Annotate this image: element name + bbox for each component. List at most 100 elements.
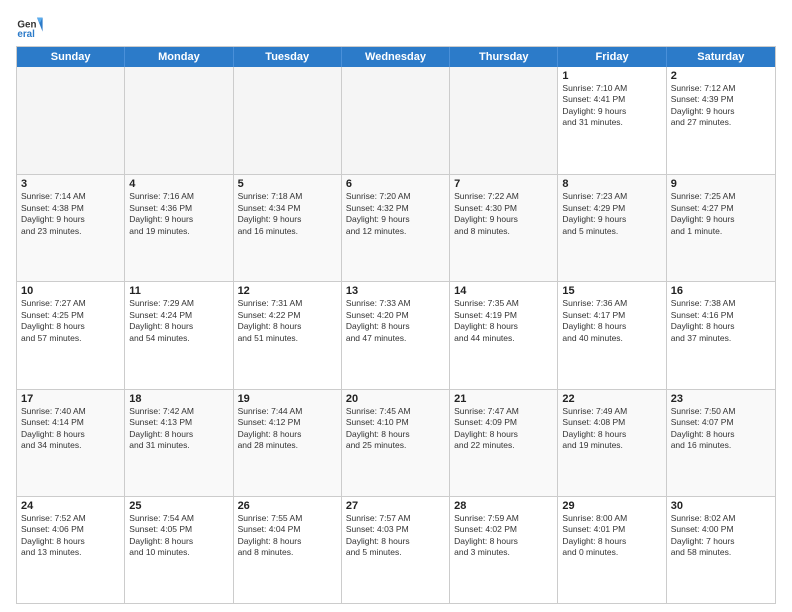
empty-cell — [17, 67, 125, 174]
day-info: Sunrise: 7:59 AMSunset: 4:02 PMDaylight:… — [454, 513, 553, 559]
day-info: Sunrise: 7:33 AMSunset: 4:20 PMDaylight:… — [346, 298, 445, 344]
day-number: 23 — [671, 393, 771, 405]
day-info: Sunrise: 7:35 AMSunset: 4:19 PMDaylight:… — [454, 298, 553, 344]
day-number: 16 — [671, 285, 771, 297]
day-cell-10: 10Sunrise: 7:27 AMSunset: 4:25 PMDayligh… — [17, 282, 125, 388]
day-cell-5: 5Sunrise: 7:18 AMSunset: 4:34 PMDaylight… — [234, 175, 342, 281]
day-cell-26: 26Sunrise: 7:55 AMSunset: 4:04 PMDayligh… — [234, 497, 342, 603]
day-number: 25 — [129, 500, 228, 512]
day-cell-2: 2Sunrise: 7:12 AMSunset: 4:39 PMDaylight… — [667, 67, 775, 174]
calendar-row-3: 10Sunrise: 7:27 AMSunset: 4:25 PMDayligh… — [17, 281, 775, 388]
calendar-row-2: 3Sunrise: 7:14 AMSunset: 4:38 PMDaylight… — [17, 174, 775, 281]
day-info: Sunrise: 7:29 AMSunset: 4:24 PMDaylight:… — [129, 298, 228, 344]
header-day-sunday: Sunday — [17, 47, 125, 67]
day-cell-14: 14Sunrise: 7:35 AMSunset: 4:19 PMDayligh… — [450, 282, 558, 388]
day-number: 12 — [238, 285, 337, 297]
day-number: 28 — [454, 500, 553, 512]
day-number: 7 — [454, 178, 553, 190]
day-cell-15: 15Sunrise: 7:36 AMSunset: 4:17 PMDayligh… — [558, 282, 666, 388]
day-cell-4: 4Sunrise: 7:16 AMSunset: 4:36 PMDaylight… — [125, 175, 233, 281]
day-number: 6 — [346, 178, 445, 190]
day-cell-27: 27Sunrise: 7:57 AMSunset: 4:03 PMDayligh… — [342, 497, 450, 603]
day-info: Sunrise: 7:22 AMSunset: 4:30 PMDaylight:… — [454, 191, 553, 237]
header-day-saturday: Saturday — [667, 47, 775, 67]
calendar-row-5: 24Sunrise: 7:52 AMSunset: 4:06 PMDayligh… — [17, 496, 775, 603]
day-number: 13 — [346, 285, 445, 297]
day-number: 18 — [129, 393, 228, 405]
empty-cell — [125, 67, 233, 174]
calendar-page: Gen eral SundayMondayTuesdayWednesdayThu… — [0, 0, 792, 612]
day-info: Sunrise: 7:44 AMSunset: 4:12 PMDaylight:… — [238, 406, 337, 452]
calendar-body: 1Sunrise: 7:10 AMSunset: 4:41 PMDaylight… — [17, 67, 775, 603]
empty-cell — [450, 67, 558, 174]
day-cell-24: 24Sunrise: 7:52 AMSunset: 4:06 PMDayligh… — [17, 497, 125, 603]
day-info: Sunrise: 7:42 AMSunset: 4:13 PMDaylight:… — [129, 406, 228, 452]
day-info: Sunrise: 7:14 AMSunset: 4:38 PMDaylight:… — [21, 191, 120, 237]
logo: Gen eral — [16, 12, 48, 40]
day-number: 29 — [562, 500, 661, 512]
day-cell-11: 11Sunrise: 7:29 AMSunset: 4:24 PMDayligh… — [125, 282, 233, 388]
day-cell-30: 30Sunrise: 8:02 AMSunset: 4:00 PMDayligh… — [667, 497, 775, 603]
calendar-row-1: 1Sunrise: 7:10 AMSunset: 4:41 PMDaylight… — [17, 67, 775, 174]
empty-cell — [234, 67, 342, 174]
day-info: Sunrise: 7:50 AMSunset: 4:07 PMDaylight:… — [671, 406, 771, 452]
day-cell-29: 29Sunrise: 8:00 AMSunset: 4:01 PMDayligh… — [558, 497, 666, 603]
day-number: 3 — [21, 178, 120, 190]
day-number: 4 — [129, 178, 228, 190]
empty-cell — [342, 67, 450, 174]
day-info: Sunrise: 8:00 AMSunset: 4:01 PMDaylight:… — [562, 513, 661, 559]
day-number: 11 — [129, 285, 228, 297]
day-cell-22: 22Sunrise: 7:49 AMSunset: 4:08 PMDayligh… — [558, 390, 666, 496]
day-info: Sunrise: 7:18 AMSunset: 4:34 PMDaylight:… — [238, 191, 337, 237]
day-cell-12: 12Sunrise: 7:31 AMSunset: 4:22 PMDayligh… — [234, 282, 342, 388]
day-cell-20: 20Sunrise: 7:45 AMSunset: 4:10 PMDayligh… — [342, 390, 450, 496]
day-cell-28: 28Sunrise: 7:59 AMSunset: 4:02 PMDayligh… — [450, 497, 558, 603]
day-info: Sunrise: 7:36 AMSunset: 4:17 PMDaylight:… — [562, 298, 661, 344]
day-info: Sunrise: 7:55 AMSunset: 4:04 PMDaylight:… — [238, 513, 337, 559]
day-info: Sunrise: 7:25 AMSunset: 4:27 PMDaylight:… — [671, 191, 771, 237]
page-header: Gen eral — [16, 12, 776, 40]
header-day-thursday: Thursday — [450, 47, 558, 67]
day-number: 17 — [21, 393, 120, 405]
day-number: 5 — [238, 178, 337, 190]
day-info: Sunrise: 7:27 AMSunset: 4:25 PMDaylight:… — [21, 298, 120, 344]
day-cell-9: 9Sunrise: 7:25 AMSunset: 4:27 PMDaylight… — [667, 175, 775, 281]
header-day-friday: Friday — [558, 47, 666, 67]
day-cell-6: 6Sunrise: 7:20 AMSunset: 4:32 PMDaylight… — [342, 175, 450, 281]
day-info: Sunrise: 7:54 AMSunset: 4:05 PMDaylight:… — [129, 513, 228, 559]
day-info: Sunrise: 7:40 AMSunset: 4:14 PMDaylight:… — [21, 406, 120, 452]
header-day-tuesday: Tuesday — [234, 47, 342, 67]
day-number: 22 — [562, 393, 661, 405]
day-number: 10 — [21, 285, 120, 297]
day-cell-19: 19Sunrise: 7:44 AMSunset: 4:12 PMDayligh… — [234, 390, 342, 496]
header-day-wednesday: Wednesday — [342, 47, 450, 67]
day-info: Sunrise: 7:52 AMSunset: 4:06 PMDaylight:… — [21, 513, 120, 559]
calendar-row-4: 17Sunrise: 7:40 AMSunset: 4:14 PMDayligh… — [17, 389, 775, 496]
day-number: 30 — [671, 500, 771, 512]
day-info: Sunrise: 7:31 AMSunset: 4:22 PMDaylight:… — [238, 298, 337, 344]
day-cell-23: 23Sunrise: 7:50 AMSunset: 4:07 PMDayligh… — [667, 390, 775, 496]
day-cell-21: 21Sunrise: 7:47 AMSunset: 4:09 PMDayligh… — [450, 390, 558, 496]
day-info: Sunrise: 7:49 AMSunset: 4:08 PMDaylight:… — [562, 406, 661, 452]
day-info: Sunrise: 8:02 AMSunset: 4:00 PMDaylight:… — [671, 513, 771, 559]
day-info: Sunrise: 7:45 AMSunset: 4:10 PMDaylight:… — [346, 406, 445, 452]
day-cell-18: 18Sunrise: 7:42 AMSunset: 4:13 PMDayligh… — [125, 390, 233, 496]
day-number: 21 — [454, 393, 553, 405]
day-number: 26 — [238, 500, 337, 512]
day-cell-3: 3Sunrise: 7:14 AMSunset: 4:38 PMDaylight… — [17, 175, 125, 281]
day-number: 15 — [562, 285, 661, 297]
day-info: Sunrise: 7:20 AMSunset: 4:32 PMDaylight:… — [346, 191, 445, 237]
day-number: 1 — [562, 70, 661, 82]
header-day-monday: Monday — [125, 47, 233, 67]
day-cell-7: 7Sunrise: 7:22 AMSunset: 4:30 PMDaylight… — [450, 175, 558, 281]
day-number: 14 — [454, 285, 553, 297]
day-cell-13: 13Sunrise: 7:33 AMSunset: 4:20 PMDayligh… — [342, 282, 450, 388]
day-cell-16: 16Sunrise: 7:38 AMSunset: 4:16 PMDayligh… — [667, 282, 775, 388]
day-number: 19 — [238, 393, 337, 405]
calendar: SundayMondayTuesdayWednesdayThursdayFrid… — [16, 46, 776, 604]
calendar-header: SundayMondayTuesdayWednesdayThursdayFrid… — [17, 47, 775, 67]
day-cell-25: 25Sunrise: 7:54 AMSunset: 4:05 PMDayligh… — [125, 497, 233, 603]
day-info: Sunrise: 7:16 AMSunset: 4:36 PMDaylight:… — [129, 191, 228, 237]
day-cell-1: 1Sunrise: 7:10 AMSunset: 4:41 PMDaylight… — [558, 67, 666, 174]
day-number: 9 — [671, 178, 771, 190]
